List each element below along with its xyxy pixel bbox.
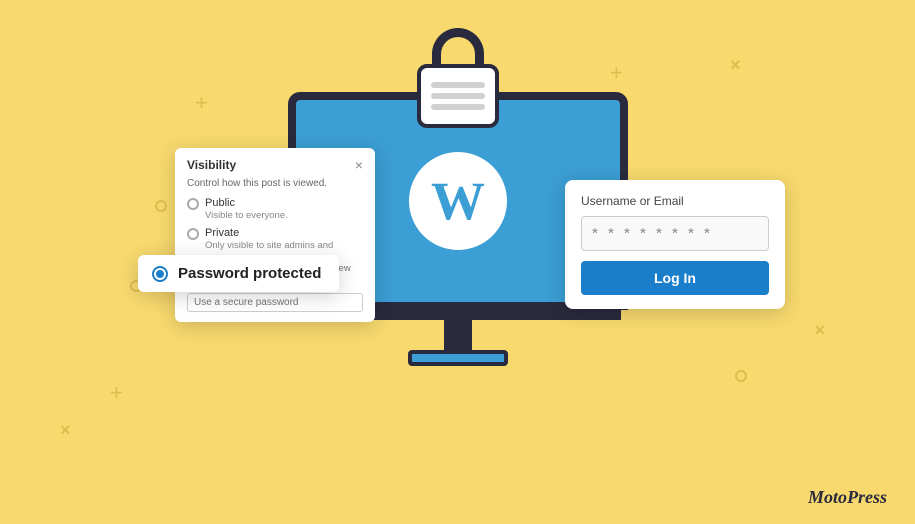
padlock-line-1 <box>431 82 485 88</box>
padlock-line-3 <box>431 104 485 110</box>
deco-x-2: × <box>814 320 825 341</box>
option-private-content: Private Only visible to site admins and <box>205 227 333 251</box>
password-protected-badge[interactable]: Password protected <box>138 255 339 292</box>
option-public-content: Public Visible to everyone. <box>205 197 288 221</box>
login-password-input[interactable] <box>581 216 769 251</box>
radio-active-inner <box>156 270 164 278</box>
login-username-label: Username or Email <box>581 194 769 208</box>
padlock-body <box>417 64 499 128</box>
monitor-stand-base <box>408 350 508 366</box>
deco-plus-2: + <box>610 60 623 86</box>
option-public-desc: Visible to everyone. <box>205 210 288 221</box>
brand-logo: MotoPress <box>808 487 887 508</box>
visibility-panel-subtitle: Control how this post is viewed. <box>187 178 363 189</box>
deco-plus-1: + <box>195 90 208 116</box>
deco-circle-3 <box>735 370 747 382</box>
radio-private[interactable] <box>187 228 199 240</box>
option-public-label: Public <box>205 197 288 209</box>
deco-x-3: × <box>60 420 71 441</box>
padlock <box>417 28 499 128</box>
monitor-stand-neck <box>444 320 472 350</box>
password-protected-label: Password protected <box>178 265 321 282</box>
visibility-panel-title: Visibility <box>187 158 236 172</box>
visibility-panel-header: Visibility × <box>187 158 363 172</box>
deco-x-1: × <box>730 55 741 76</box>
deco-circle-1 <box>155 200 167 212</box>
radio-public[interactable] <box>187 198 199 210</box>
login-button[interactable]: Log In <box>581 261 769 295</box>
visibility-close-button[interactable]: × <box>355 158 363 172</box>
login-panel: Username or Email Log In <box>565 180 785 309</box>
visibility-panel: Visibility × Control how this post is vi… <box>175 148 375 322</box>
padlock-line-2 <box>431 93 485 99</box>
radio-password-protected[interactable] <box>152 266 168 282</box>
svg-text:W: W <box>431 171 485 231</box>
secure-password-input[interactable] <box>187 293 363 312</box>
option-private-label: Private <box>205 227 333 239</box>
visibility-option-public[interactable]: Public Visible to everyone. <box>187 197 363 221</box>
padlock-shackle <box>432 28 484 64</box>
deco-plus-3: + <box>110 380 123 406</box>
option-private-desc: Only visible to site admins and <box>205 240 333 251</box>
wordpress-logo: W <box>408 151 508 251</box>
visibility-option-private[interactable]: Private Only visible to site admins and <box>187 227 363 251</box>
